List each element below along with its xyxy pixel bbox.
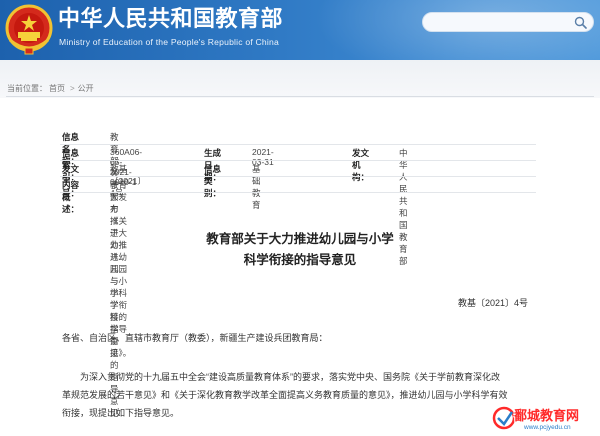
info-summary-label: 内容概述： [62, 180, 80, 214]
site-header: 中华人民共和国教育部 Ministry of Education of the … [0, 0, 600, 60]
paragraph-line: 为深入贯彻党的十九届五中全会“建设高质量教育体系”的要求，落实党中央、国务院《关… [80, 372, 500, 382]
info-divider [60, 192, 536, 193]
article-title-line1: 教育部关于大力推进幼儿园与小学 [206, 231, 394, 246]
site-subtitle: Ministry of Education of the People's Re… [59, 37, 279, 47]
info-divider [60, 144, 536, 145]
breadcrumb-separator: > [70, 84, 75, 93]
watermark-text: 鄱城教育网 [514, 409, 580, 424]
site-title[interactable]: 中华人民共和国教育部 [58, 7, 283, 33]
paragraph-line: 革规范发展的若干意见》和《关于深化教育教学改革全面提高义务教育质量的意见》，推进… [62, 390, 508, 400]
breadcrumb-current[interactable]: 公开 [78, 84, 94, 93]
info-divider [60, 176, 536, 177]
breadcrumb-home-link[interactable]: 首页 [49, 84, 65, 93]
paragraph-line: 衔接，现提出如下指导意见。 [62, 408, 180, 418]
doc-number: 教基〔2021〕4号 [458, 298, 529, 308]
info-issuer-label: 发文机构： [352, 148, 370, 182]
article-title-line2: 科学衔接的指导意见 [243, 252, 357, 267]
breadcrumb: 当前位置： 首页 > 公开 [7, 83, 96, 94]
breadcrumb-prefix: 当前位置： [7, 84, 47, 93]
search-input[interactable] [422, 12, 594, 32]
national-emblem-icon[interactable] [4, 4, 54, 56]
info-category-label: 信息类别： [204, 164, 222, 198]
salutation: 各省、自治区、直辖市教育厅（教委），新疆生产建设兵团教育局： [62, 333, 328, 343]
info-divider [60, 160, 536, 161]
breadcrumb-divider [6, 96, 594, 97]
search-icon[interactable] [574, 16, 587, 29]
watermark-url: www.pcjyedu.cn [524, 424, 571, 431]
info-category-value: 基础教育 [252, 164, 261, 210]
